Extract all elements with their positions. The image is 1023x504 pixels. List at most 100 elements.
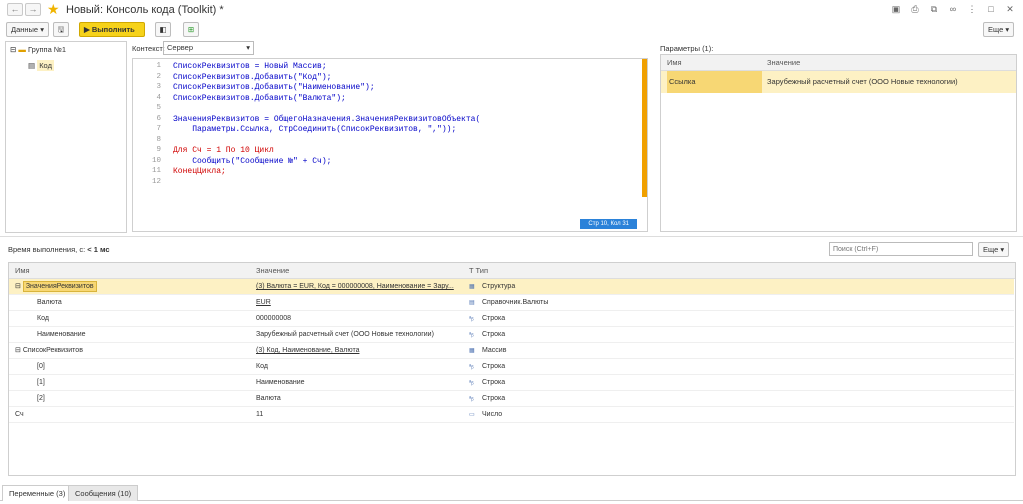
- code-line[interactable]: Сообщить("Сообщение №" + Сч);: [173, 157, 331, 166]
- params-header: Имя Значение: [661, 55, 1016, 71]
- code-line[interactable]: ЗначенияРеквизитов = ОбщегоНазначения.Зн…: [173, 115, 480, 124]
- row-type: ᵃᵦ Строка: [469, 375, 505, 391]
- table-row[interactable]: ⊟ ЗначенияРеквизитов (3) Валюта = EUR, Ко…: [9, 279, 1014, 295]
- line-number: 3: [156, 83, 161, 91]
- save-file-icon[interactable]: ▣: [891, 4, 901, 15]
- row-type: ᵃᵦ Строка: [469, 391, 505, 407]
- splitter[interactable]: [0, 236, 1023, 237]
- table-row[interactable]: Наименование Зарубежный расчетный счет (О…: [9, 327, 1014, 343]
- row-name: [1]: [37, 375, 45, 391]
- add-icon[interactable]: ⊞: [183, 22, 199, 37]
- row-type: ᵃᵦ Строка: [469, 359, 505, 375]
- row-name-text: ЗначенияРеквизитов: [22, 281, 97, 292]
- link-icon[interactable]: ∞: [948, 4, 958, 15]
- table-row[interactable]: Код 000000008 ᵃᵦ Строка: [9, 311, 1014, 327]
- params-row-name-cell: Ссылка: [667, 71, 762, 93]
- code-line[interactable]: СписокРеквизитов = Новый Массив;: [173, 62, 327, 71]
- code-editor[interactable]: 1 2 3 4 5 6 7 8 9 10 11 12 СписокРеквизитов = Новый…: [132, 58, 648, 232]
- table-row[interactable]: [0] Код ᵃᵦ Строка: [9, 359, 1014, 375]
- print-icon[interactable]: ⎙: [910, 4, 920, 15]
- row-type-text: Строка: [482, 363, 506, 370]
- params-row-value: Зарубежный расчетный счет (ООО Новые тех…: [767, 77, 958, 86]
- code-line[interactable]: Параметры.Ссылка, СтрСоединить(СписокРек…: [173, 125, 456, 134]
- line-number: 7: [156, 125, 161, 133]
- row-value: Зарубежный расчетный счет (ООО Новые тех…: [256, 331, 434, 338]
- row-name: Код: [37, 311, 49, 327]
- save-icon[interactable]: 🖫: [53, 22, 69, 37]
- row-name-text: [2]: [37, 395, 45, 402]
- row-type: ▦ Массив: [469, 343, 506, 359]
- line-number: 1: [156, 62, 161, 70]
- maximize-icon[interactable]: □: [986, 4, 996, 15]
- line-number: 11: [151, 167, 161, 175]
- more-label: Еще: [988, 25, 1004, 34]
- row-type-text: Массив: [482, 347, 507, 354]
- chevron-down-icon: ▾: [246, 43, 250, 52]
- row-value: Валюта: [256, 395, 281, 402]
- row-value: Наименование: [256, 379, 305, 386]
- more-vertical-icon[interactable]: ⋮: [967, 4, 977, 15]
- tree-code-item[interactable]: ▤ Код: [28, 59, 54, 73]
- row-name-text: Наименование: [37, 331, 86, 338]
- line-number: 12: [151, 177, 161, 186]
- more-button[interactable]: Еще ▾: [983, 22, 1015, 37]
- code-line[interactable]: СписокРеквизитов.Добавить("Код");: [173, 73, 331, 82]
- back-button[interactable]: ←: [7, 3, 23, 16]
- copy-icon[interactable]: ⧉: [929, 4, 939, 15]
- tabs-line: [0, 500, 1023, 501]
- row-name: Валюта: [37, 295, 62, 311]
- favorite-star-icon[interactable]: ★: [47, 1, 60, 18]
- search-input[interactable]: [829, 242, 973, 256]
- row-name: Сч: [15, 407, 24, 423]
- row-name-text: СписокРеквизитов: [22, 347, 83, 354]
- code-line[interactable]: КонецЦикла;: [173, 167, 226, 176]
- run-button[interactable]: ▶ Выполнить: [79, 22, 145, 37]
- forward-button[interactable]: →: [25, 3, 41, 16]
- row-type: ▦ Структура: [469, 279, 515, 295]
- row-value[interactable]: EUR: [256, 295, 271, 311]
- toggle-tree-icon[interactable]: ◧: [155, 22, 171, 37]
- tab-variables[interactable]: Переменные (3): [2, 485, 73, 501]
- params-table: Имя Значение Ссылка Зарубежный расчетный…: [660, 54, 1017, 232]
- row-name-text: Код: [37, 315, 49, 322]
- tab-messages[interactable]: Сообщения (10): [68, 485, 139, 501]
- table-row[interactable]: [1] Наименование ᵃᵦ Строка: [9, 375, 1014, 391]
- line-number: 4: [156, 93, 161, 102]
- table-row[interactable]: ⊟ СписокРеквизитов (3) Код, Наименование,…: [9, 343, 1014, 359]
- table-row[interactable]: Валюта EUR ▤ Справочник.Валюты: [9, 295, 1014, 311]
- data-menu-button[interactable]: Данные ▾: [6, 22, 49, 37]
- type-icon: ᵃᵦ: [469, 316, 474, 322]
- folder-icon: ▬: [18, 45, 26, 54]
- scrollbar[interactable]: [642, 59, 647, 197]
- data-menu-label: Данные: [11, 25, 39, 34]
- row-type: ᵃᵦ Строка: [469, 311, 505, 327]
- row-type: ▤ Справочник.Валюты: [469, 295, 548, 311]
- line-number: 9: [156, 146, 161, 154]
- code-line[interactable]: СписокРеквизитов.Добавить("Валюта");: [173, 94, 346, 103]
- bottom-more-button[interactable]: Еще ▾: [978, 242, 1010, 257]
- row-name-text: Валюта: [37, 299, 62, 306]
- row-value[interactable]: (3) Валюта = EUR, Код = 000000008, Наиме…: [256, 279, 454, 295]
- row-type-text: Строка: [482, 379, 506, 386]
- results-col-value: Значение: [256, 266, 290, 275]
- code-line[interactable]: СписокРеквизитов.Добавить("Наименование"…: [173, 83, 375, 92]
- row-name: Наименование: [37, 327, 86, 343]
- row-type-text: Строка: [482, 315, 506, 322]
- row-name: ⊟ СписокРеквизитов: [15, 347, 83, 354]
- context-select[interactable]: Сервер ▾: [163, 41, 254, 55]
- params-row[interactable]: Ссылка Зарубежный расчетный счет (ООО Но…: [661, 71, 1016, 93]
- type-icon: ᵃᵦ: [469, 332, 474, 338]
- code-line[interactable]: Для Сч = 1 По 10 Цикл: [173, 146, 274, 155]
- table-row[interactable]: [2] Валюта ᵃᵦ Строка: [9, 391, 1014, 407]
- row-value[interactable]: (3) Код, Наименование, Валюта: [256, 343, 359, 359]
- row-name-text: [1]: [37, 379, 45, 386]
- line-number: 10: [151, 156, 161, 165]
- close-icon[interactable]: ✕: [1005, 4, 1015, 15]
- document-icon: ▤: [28, 61, 36, 70]
- type-icon: ᵃᵦ: [469, 396, 474, 402]
- tree-group-item[interactable]: ⊟ ▬ Группа №1: [10, 43, 66, 57]
- table-row[interactable]: Сч 11 ▭ Число: [9, 407, 1014, 423]
- row-type-text: Строка: [482, 331, 506, 338]
- time-label: Время выполнения, с: < 1 мс: [8, 245, 110, 254]
- type-icon: ▭: [469, 412, 475, 418]
